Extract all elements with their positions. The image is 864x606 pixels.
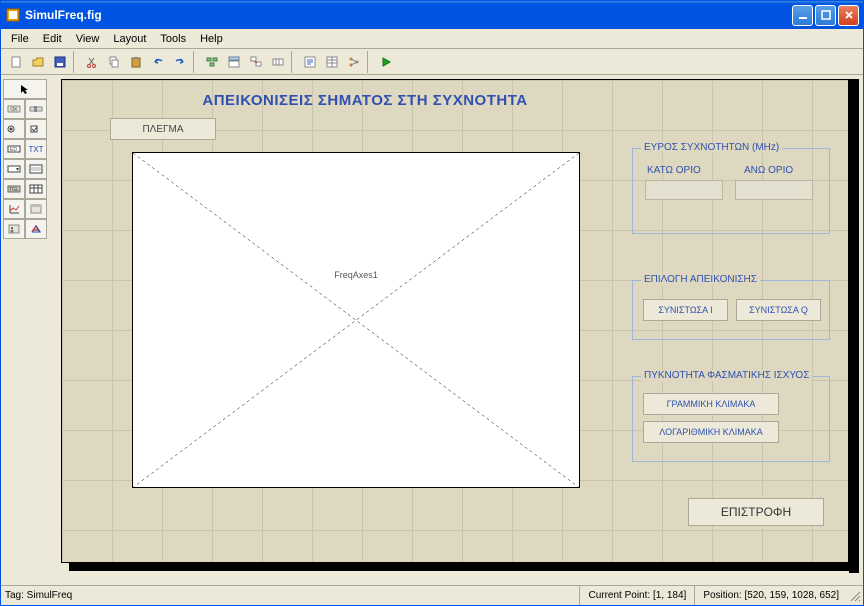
- titlebar[interactable]: SimulFreq.fig: [1, 1, 863, 29]
- open-icon[interactable]: [27, 51, 49, 73]
- return-button[interactable]: ΕΠΙΣΤΡΟΦΗ: [688, 498, 824, 526]
- palette-activex-icon[interactable]: [25, 219, 47, 239]
- status-tag: Tag: SimulFreq: [1, 590, 579, 601]
- psd-legend: ΠΥΚΝΟΤΗΤΑ ΦΑΣΜΑΤΙΚΗΣ ΙΣΧΥΟΣ: [641, 370, 812, 381]
- component-q-button[interactable]: ΣΥΝΙΣΤΩΣΑ Q: [736, 299, 821, 321]
- menubar: File Edit View Layout Tools Help: [1, 29, 863, 49]
- menu-file[interactable]: File: [5, 31, 35, 47]
- cut-icon[interactable]: [81, 51, 103, 73]
- palette-radio-icon[interactable]: [3, 119, 25, 139]
- object-browser-icon[interactable]: [343, 51, 365, 73]
- toolbar-editor-icon[interactable]: [267, 51, 289, 73]
- palette-select-icon[interactable]: [3, 79, 47, 99]
- palette-slider-icon[interactable]: [25, 99, 47, 119]
- component-i-button[interactable]: ΣΥΝΙΣΤΩΣΑ Ι: [643, 299, 728, 321]
- svg-text:ED: ED: [10, 147, 17, 153]
- component-palette: OK ED TXT TGL: [1, 75, 49, 585]
- log-scale-button[interactable]: ΛΟΓΑΡΙΘΜΙΚΗ ΚΛΙΜΑΚΑ: [643, 421, 779, 443]
- canvas-area[interactable]: ΑΠΕΙΚΟΝΙΣΕΙΣ ΣΗΜΑΤΟΣ ΣΤΗ ΣΥΧΝΟΤΗΤΑ ΠΛΕΓΜ…: [49, 75, 863, 585]
- resize-grip-icon[interactable]: [847, 588, 863, 604]
- undo-icon[interactable]: [147, 51, 169, 73]
- app-window: SimulFreq.fig File Edit View Layout Tool…: [0, 0, 864, 606]
- palette-toggle-icon[interactable]: TGL: [3, 179, 25, 199]
- lower-limit-input[interactable]: [645, 180, 723, 200]
- palette-panel-icon[interactable]: [25, 199, 47, 219]
- maximize-button[interactable]: [815, 5, 836, 26]
- toolbar: [1, 49, 863, 75]
- upper-limit-label: ΑΝΩ ΟΡΙΟ: [744, 165, 821, 176]
- copy-icon[interactable]: [103, 51, 125, 73]
- figure-panel[interactable]: ΑΠΕΙΚΟΝΙΣΕΙΣ ΣΗΜΑΤΟΣ ΣΤΗ ΣΥΧΝΟΤΗΤΑ ΠΛΕΓΜ…: [61, 79, 849, 563]
- tab-order-icon[interactable]: [245, 51, 267, 73]
- menu-view[interactable]: View: [70, 31, 106, 47]
- status-position: Position: [520, 159, 1028, 652]: [694, 586, 847, 605]
- menu-edit[interactable]: Edit: [37, 31, 68, 47]
- figure-shadow-bottom: [69, 563, 859, 571]
- menu-tools[interactable]: Tools: [154, 31, 192, 47]
- menu-layout[interactable]: Layout: [107, 31, 152, 47]
- window-title: SimulFreq.fig: [25, 8, 792, 22]
- figure-shadow-right: [849, 79, 859, 573]
- minimize-button[interactable]: [792, 5, 813, 26]
- freq-axes[interactable]: FreqAxes1: [132, 152, 580, 488]
- new-icon[interactable]: [5, 51, 27, 73]
- svg-text:TGL: TGL: [9, 187, 19, 193]
- workspace: OK ED TXT TGL: [1, 75, 863, 585]
- psd-panel[interactable]: ΠΥΚΝΟΤΗΤΑ ΦΑΣΜΑΤΙΚΗΣ ΙΣΧΥΟΣ ΓΡΑΜΜΙΚΗ ΚΛΙ…: [632, 376, 830, 462]
- palette-listbox-icon[interactable]: [25, 159, 47, 179]
- figure-title[interactable]: ΑΠΕΙΚΟΝΙΣΕΙΣ ΣΗΜΑΤΟΣ ΣΤΗ ΣΥΧΝΟΤΗΤΑ: [62, 92, 668, 109]
- status-current-point: Current Point: [1, 184]: [579, 586, 694, 605]
- mfile-editor-icon[interactable]: [299, 51, 321, 73]
- close-button[interactable]: [838, 5, 859, 26]
- linear-scale-button[interactable]: ΓΡΑΜΜΙΚΗ ΚΛΙΜΑΚΑ: [643, 393, 779, 415]
- menu-help[interactable]: Help: [194, 31, 229, 47]
- redo-icon[interactable]: [169, 51, 191, 73]
- palette-axes-icon[interactable]: [3, 199, 25, 219]
- svg-text:TXT: TXT: [29, 145, 43, 154]
- palette-buttongroup-icon[interactable]: [3, 219, 25, 239]
- upper-limit-input[interactable]: [735, 180, 813, 200]
- align-icon[interactable]: [201, 51, 223, 73]
- palette-text-icon[interactable]: TXT: [25, 139, 47, 159]
- palette-pushbutton-icon[interactable]: OK: [3, 99, 25, 119]
- freq-range-panel[interactable]: ΕΥΡΟΣ ΣΥΧΝΟΤΗΤΩΝ (MHz) ΚΑΤΩ ΟΡΙΟ ΑΝΩ ΟΡΙ…: [632, 148, 830, 234]
- palette-edit-icon[interactable]: ED: [3, 139, 25, 159]
- app-icon: [5, 7, 21, 23]
- save-icon[interactable]: [49, 51, 71, 73]
- palette-table-icon[interactable]: [25, 179, 47, 199]
- axes-placeholder-label: FreqAxes1: [334, 270, 378, 280]
- display-select-panel[interactable]: ΕΠΙΛΟΓΗ ΑΠΕΙΚΟΝΙΣΗΣ ΣΥΝΙΣΤΩΣΑ Ι ΣΥΝΙΣΤΩΣ…: [632, 280, 830, 340]
- freq-range-legend: ΕΥΡΟΣ ΣΥΧΝΟΤΗΤΩΝ (MHz): [641, 142, 782, 153]
- paste-icon[interactable]: [125, 51, 147, 73]
- palette-checkbox-icon[interactable]: [25, 119, 47, 139]
- svg-text:OK: OK: [10, 107, 18, 113]
- menu-editor-icon[interactable]: [223, 51, 245, 73]
- lower-limit-label: ΚΑΤΩ ΟΡΙΟ: [647, 165, 724, 176]
- palette-popup-icon[interactable]: [3, 159, 25, 179]
- statusbar: Tag: SimulFreq Current Point: [1, 184] P…: [1, 585, 863, 605]
- property-inspector-icon[interactable]: [321, 51, 343, 73]
- run-icon[interactable]: [375, 51, 397, 73]
- grid-toggle-button[interactable]: ΠΛΕΓΜΑ: [110, 118, 216, 140]
- display-select-legend: ΕΠΙΛΟΓΗ ΑΠΕΙΚΟΝΙΣΗΣ: [641, 274, 760, 285]
